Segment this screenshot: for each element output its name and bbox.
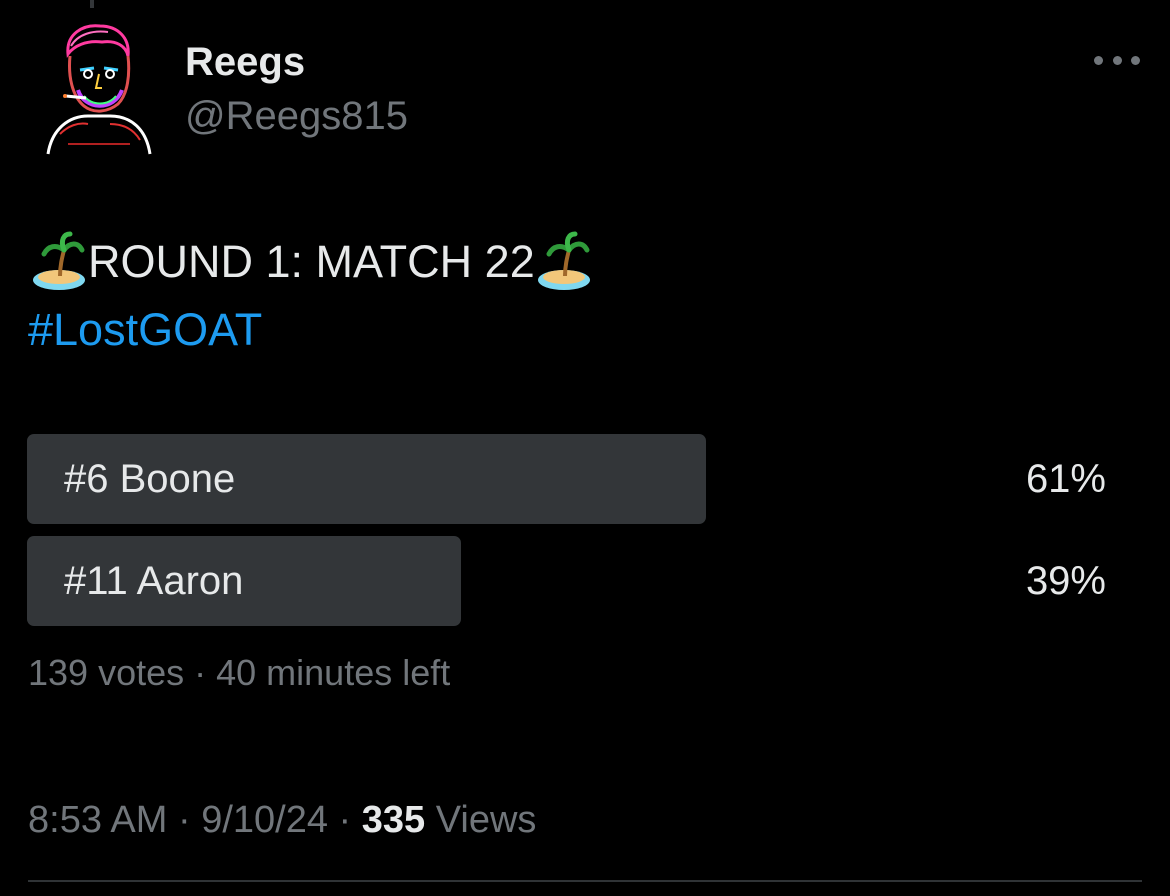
avatar[interactable] bbox=[38, 16, 158, 156]
meta-separator: · bbox=[328, 799, 362, 841]
poll-option-percent: 61% bbox=[1025, 457, 1106, 501]
poll-time-left: 40 minutes left bbox=[216, 652, 451, 693]
more-dot bbox=[1094, 55, 1103, 65]
desert-island-icon bbox=[30, 230, 88, 294]
poll-option-label: #11 Aaron bbox=[64, 559, 244, 603]
author-handle[interactable]: @Reegs815 bbox=[185, 92, 408, 140]
tweet-time[interactable]: 8:53 AM bbox=[28, 799, 167, 841]
poll-option-label: #6 Boone bbox=[64, 457, 236, 501]
views-label: Views bbox=[425, 799, 537, 841]
poll-option-1: #6 Boone 61% bbox=[27, 434, 1140, 524]
neon-portrait-avatar-icon bbox=[46, 24, 152, 155]
meta-separator: · bbox=[167, 799, 202, 841]
hashtag-link[interactable]: #LostGOAT bbox=[28, 300, 262, 360]
desert-island-icon bbox=[535, 230, 593, 294]
divider bbox=[28, 880, 1142, 882]
tweet-detail: Reegs @Reegs815 ROUND 1: MATCH 22 #LostG… bbox=[0, 0, 1170, 896]
more-dot bbox=[1131, 55, 1140, 65]
thread-connector-line bbox=[90, 0, 94, 8]
tweet-title-text: ROUND 1: MATCH 22 bbox=[88, 236, 535, 287]
poll-option-2: #11 Aaron 39% bbox=[27, 536, 1140, 626]
more-dot bbox=[1112, 55, 1122, 65]
poll-option-percent: 39% bbox=[1025, 559, 1106, 603]
poll-meta: 139 votes · 40 minutes left bbox=[28, 650, 450, 696]
tweet-text: ROUND 1: MATCH 22 bbox=[30, 230, 593, 294]
views-count[interactable]: 335 bbox=[362, 799, 425, 841]
tweet-date[interactable]: 9/10/24 bbox=[201, 799, 328, 841]
author-display-name[interactable]: Reegs bbox=[185, 38, 305, 86]
more-horizontal-icon[interactable] bbox=[1094, 48, 1140, 72]
poll-votes: 139 votes bbox=[28, 652, 185, 693]
tweet-timestamp-row: 8:53 AM · 9/10/24 · 335 Views bbox=[28, 796, 536, 844]
poll-separator: · bbox=[184, 652, 217, 693]
